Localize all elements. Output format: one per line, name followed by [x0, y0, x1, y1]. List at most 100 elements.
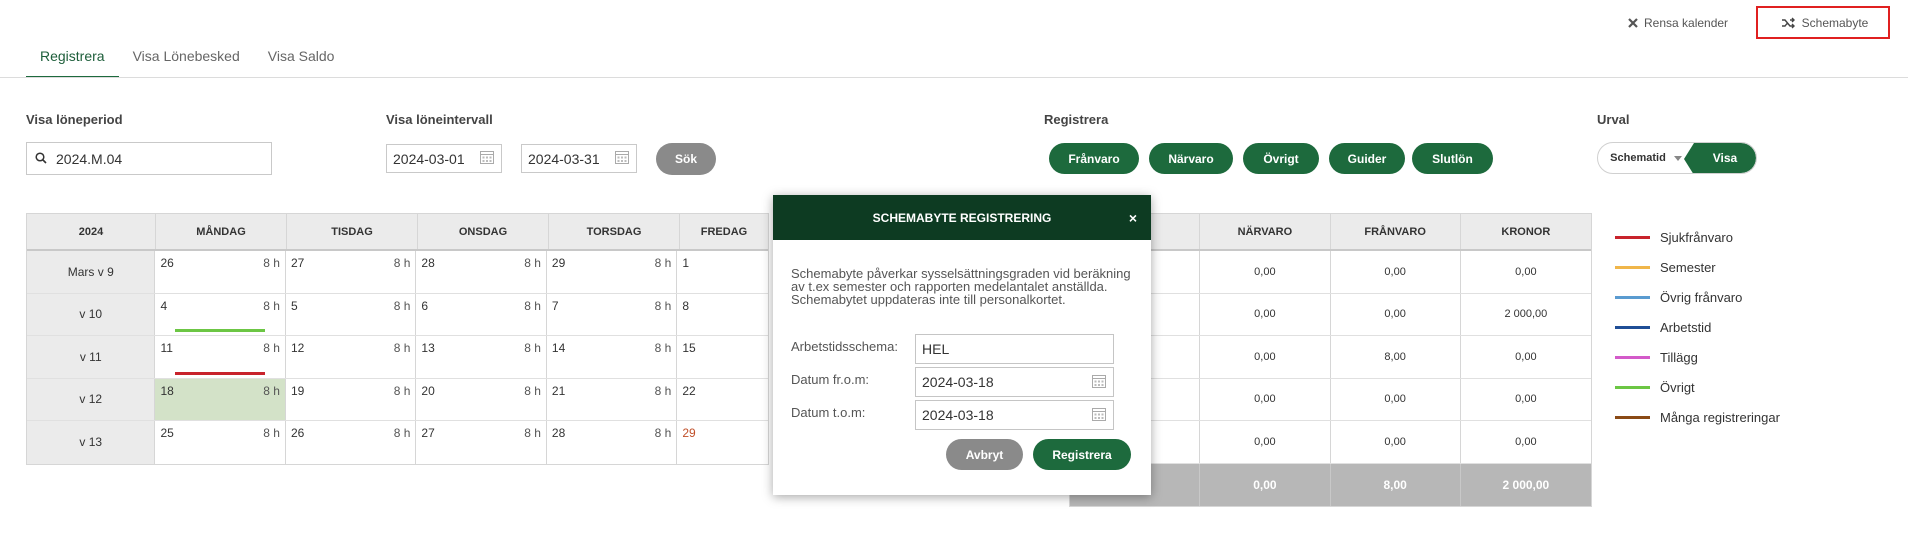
day-cell[interactable]: 28 8 h — [416, 251, 547, 293]
day-cell[interactable]: 8 — [677, 294, 768, 336]
day-number: 14 — [551, 341, 566, 355]
day-cell[interactable]: 20 8 h — [416, 378, 547, 420]
day-number: 8 — [682, 298, 690, 313]
day-hours: 8 h — [263, 298, 280, 313]
day-hours: 8 h — [654, 426, 672, 440]
show-button[interactable]: Visa — [1684, 143, 1756, 173]
day-cell[interactable]: 1 — [677, 251, 768, 293]
tab-visa-lonebesked[interactable]: Visa Lönebesked — [119, 44, 254, 78]
totals-cell: 0,00 — [1200, 421, 1331, 463]
legend: Sjukfrånvaro Semester Övrig frånvaro Arb… — [1615, 222, 1780, 432]
clear-calendar-label: Rensa kalender — [1644, 16, 1729, 30]
interval-from-input[interactable]: 2024-03-01 — [386, 144, 502, 173]
day-number: 1 — [682, 256, 690, 270]
schedule-change-button[interactable]: Schemabyte — [1756, 6, 1890, 39]
shuffle-icon — [1781, 17, 1796, 29]
day-hours: 8 h — [654, 298, 672, 313]
register-button[interactable]: Registrera — [1033, 439, 1131, 470]
date-from-input[interactable]: 2024-03-18 — [915, 367, 1114, 397]
totals-header-cell: KRONOR — [1501, 225, 1551, 238]
date-from-value: 2024-03-18 — [922, 374, 994, 390]
interval-label: Visa löneintervall — [386, 112, 493, 127]
legend-label: Sjukfrånvaro — [1660, 229, 1733, 245]
day-cell[interactable]: 14 8 h — [547, 336, 678, 378]
legend-swatch — [1615, 355, 1650, 359]
legend-swatch — [1615, 295, 1650, 299]
calendar-icon — [1091, 373, 1107, 392]
day-cell[interactable]: 22 — [677, 379, 768, 421]
totals-sum-cell: 8,00 — [1331, 463, 1461, 506]
legend-item: Övrig frånvaro — [1615, 282, 1780, 312]
totals-cell: 0,00 — [1200, 336, 1331, 378]
day-hours: 8 h — [393, 298, 411, 313]
attendance-button[interactable]: Närvaro — [1149, 143, 1233, 174]
tab-visa-saldo[interactable]: Visa Saldo — [254, 44, 349, 78]
day-hours: 8 h — [524, 383, 541, 398]
totals-cell: 0,00 — [1331, 293, 1461, 335]
totals-cell: 0,00 — [1515, 435, 1537, 448]
tab-registrera[interactable]: Registrera — [26, 44, 119, 78]
other-button[interactable]: Övrigt — [1243, 143, 1319, 174]
totals-cell: 8,00 — [1331, 336, 1461, 378]
schema-input[interactable]: HEL — [915, 334, 1114, 364]
dialog-message-line: Schemabytet uppdateras inte till persona… — [791, 292, 1066, 307]
legend-item: Semester — [1615, 252, 1780, 282]
day-cell[interactable]: 12 8 h — [286, 336, 417, 378]
day-number: 11 — [160, 341, 173, 355]
day-cell[interactable]: 19 8 h — [286, 378, 417, 420]
date-to-value: 2024-03-18 — [922, 407, 994, 423]
day-cell[interactable]: 26 8 h — [286, 421, 417, 464]
register-label: Registrera — [1044, 112, 1109, 127]
week-label: v 12 — [27, 378, 156, 420]
day-cell[interactable]: 25 8 h — [155, 421, 286, 464]
day-number: 27 — [421, 426, 435, 440]
dialog-header: SCHEMABYTE REGISTRERING × — [773, 195, 1151, 240]
sick-leave-bar — [175, 371, 266, 375]
day-number: 5 — [290, 298, 298, 313]
day-number: 19 — [290, 383, 305, 398]
clear-calendar-button[interactable]: Rensa kalender — [1628, 12, 1728, 34]
day-cell[interactable]: 28 8 h — [547, 421, 678, 464]
date-to-label: Datum t.o.m: — [791, 405, 866, 420]
day-cell[interactable]: 11 8 h — [155, 336, 286, 378]
selection-label: Urval — [1597, 112, 1630, 127]
tab-divider — [0, 77, 1908, 78]
close-icon[interactable]: × — [1129, 210, 1137, 226]
final-pay-button[interactable]: Slutlön — [1412, 143, 1493, 174]
day-cell[interactable]: 29 — [677, 421, 768, 464]
schema-label: Arbetstidsschema: — [791, 339, 898, 354]
day-header: TISDAG — [287, 214, 418, 249]
legend-label: Semester — [1660, 259, 1716, 275]
day-number: 27 — [290, 256, 305, 270]
day-cell[interactable]: 6 8 h — [416, 293, 547, 335]
totals-cell: 0,00 — [1331, 251, 1461, 293]
totals-cell: 0,00 — [1331, 378, 1461, 420]
search-button[interactable]: Sök — [656, 143, 716, 175]
day-cell[interactable]: 15 — [677, 336, 768, 378]
day-cell[interactable]: 4 8 h — [155, 293, 286, 335]
day-cell[interactable]: 21 8 h — [547, 378, 678, 420]
day-cell[interactable]: 5 8 h — [286, 293, 417, 335]
interval-to-input[interactable]: 2024-03-31 — [521, 144, 637, 173]
week-label: Mars v 9 — [27, 251, 156, 293]
day-hours: 8 h — [393, 341, 411, 355]
day-hours: 8 h — [263, 256, 280, 270]
day-hours: 8 h — [654, 256, 672, 270]
totals-header-cell: NÄRVARO — [1200, 214, 1331, 249]
legend-label: Många registreringar — [1660, 409, 1780, 425]
date-to-input[interactable]: 2024-03-18 — [915, 400, 1114, 430]
day-hours: 8 h — [524, 341, 541, 355]
absence-button[interactable]: Frånvaro — [1049, 143, 1139, 174]
day-cell[interactable]: 7 8 h — [547, 293, 678, 335]
cancel-button[interactable]: Avbryt — [946, 439, 1023, 470]
day-cell[interactable]: 13 8 h — [416, 336, 547, 378]
day-cell[interactable]: 26 8 h — [155, 251, 286, 293]
day-cell-selected[interactable]: 18 8 h — [155, 378, 286, 420]
guides-button[interactable]: Guider — [1329, 143, 1405, 174]
day-cell[interactable]: 29 8 h — [547, 251, 678, 293]
day-number: 15 — [682, 341, 696, 355]
day-cell[interactable]: 27 8 h — [286, 251, 417, 293]
schema-time-select[interactable]: Schematid — [1598, 143, 1694, 173]
period-search-input[interactable]: 2024.M.04 — [26, 142, 272, 175]
day-cell[interactable]: 27 8 h — [416, 421, 547, 464]
